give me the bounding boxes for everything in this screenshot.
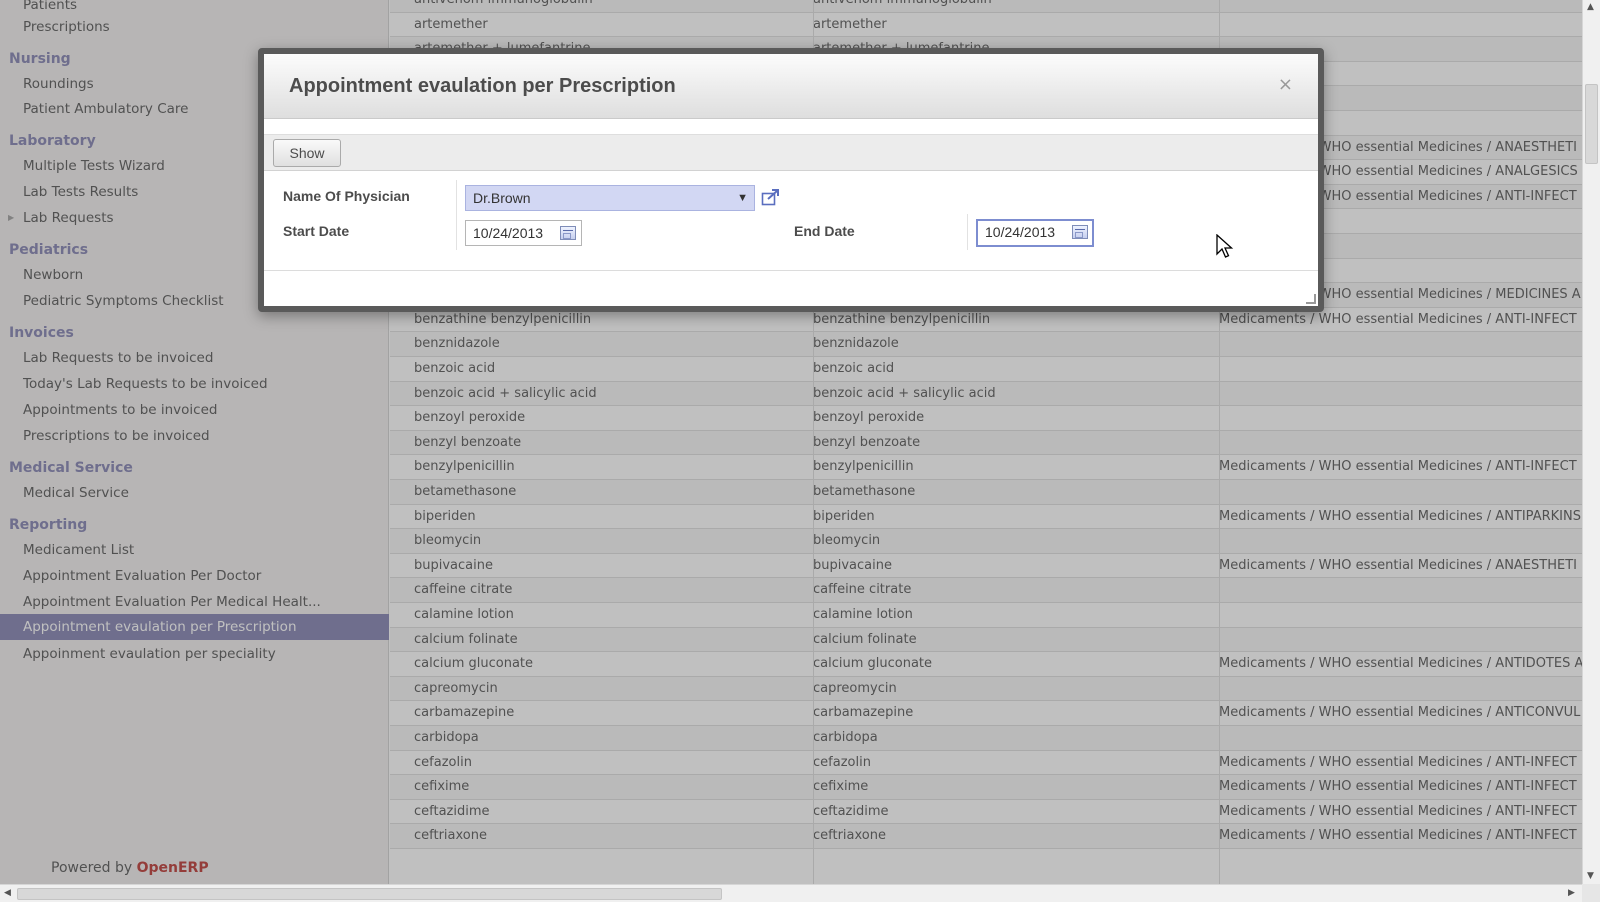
start-date-value: 10/24/2013 xyxy=(473,225,544,241)
scrollbar-corner xyxy=(1582,884,1600,902)
end-date-input[interactable]: 10/24/2013 xyxy=(976,219,1094,247)
end-date-label: End Date xyxy=(794,223,855,239)
start-date-label: Start Date xyxy=(283,223,350,239)
scroll-right-icon[interactable]: ▶ xyxy=(1568,888,1575,898)
dialog-header: Appointment evaulation per Prescription … xyxy=(264,54,1318,119)
vertical-scrollbar[interactable]: ▲ ▼ xyxy=(1582,0,1600,884)
calendar-icon[interactable] xyxy=(560,226,576,240)
scroll-down-icon[interactable]: ▼ xyxy=(1587,871,1594,881)
vertical-scroll-thumb[interactable] xyxy=(1585,84,1598,164)
start-date-input[interactable]: 10/24/2013 xyxy=(465,220,582,246)
horizontal-scrollbar[interactable]: ◀ ▶ xyxy=(0,884,1582,902)
field-divider xyxy=(456,180,457,215)
end-date-value: 10/24/2013 xyxy=(985,224,1056,240)
dialog-footer-divider xyxy=(264,270,1318,271)
appointment-evaluation-dialog: Appointment evaulation per Prescription … xyxy=(258,48,1324,312)
dialog-title: Appointment evaulation per Prescription xyxy=(289,75,676,97)
scroll-up-icon[interactable]: ▲ xyxy=(1587,2,1594,12)
external-link-icon[interactable] xyxy=(761,188,781,210)
calendar-icon[interactable] xyxy=(1072,225,1088,239)
field-divider xyxy=(967,214,968,250)
mouse-cursor-icon xyxy=(1216,234,1234,258)
physician-value: Dr.Brown xyxy=(473,190,531,206)
scroll-left-icon[interactable]: ◀ xyxy=(4,888,11,898)
show-button[interactable]: Show xyxy=(273,139,341,167)
close-icon[interactable]: × xyxy=(1278,74,1293,95)
horizontal-scroll-thumb[interactable] xyxy=(17,888,722,900)
field-divider xyxy=(456,214,457,250)
physician-select[interactable]: Dr.Brown ▼ xyxy=(465,185,755,211)
chevron-down-icon[interactable]: ▼ xyxy=(737,186,748,210)
resize-handle[interactable] xyxy=(1306,294,1316,304)
physician-label: Name Of Physician xyxy=(283,188,410,204)
dialog-toolbar: Show xyxy=(264,134,1318,171)
